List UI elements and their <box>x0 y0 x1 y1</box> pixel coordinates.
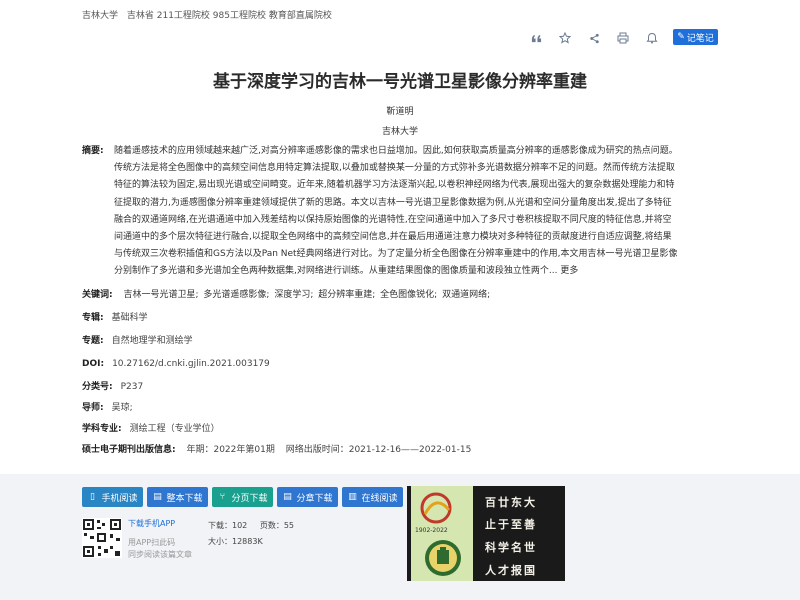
star-icon[interactable] <box>556 29 574 47</box>
download-count: 下载：102 <box>208 521 248 530</box>
keyword-link[interactable]: 全色图像锐化; <box>380 290 437 300</box>
field-label: 导师: <box>82 403 104 413</box>
split-icon: ⑂ <box>219 492 226 502</box>
book-icon: ▥ <box>348 492 357 502</box>
abstract-line: 分别制作了多光谱和多光谱加全色两种数据集,对网络进行训练。从重建结果图像的图像质… <box>114 263 722 280</box>
button-label: 在线阅读 <box>361 493 398 504</box>
field-album: 专辑: 基础科学 <box>82 310 148 327</box>
field-topic: 专题: 自然地理学和测绘学 <box>82 333 193 350</box>
chapter-download-button[interactable]: ▤ 分章下载 <box>277 487 338 507</box>
field-value[interactable]: 吴琼; <box>112 403 133 413</box>
more-link[interactable]: 更多 <box>560 266 578 276</box>
field-value: 10.27162/d.cnki.gjlin.2021.003179 <box>112 359 270 369</box>
abstract-line-last: 分别制作了多光谱和多光谱加全色两种数据集,对网络进行训练。从重建结果图像的图像质… <box>114 266 558 277</box>
field-doi: DOI: 10.27162/d.cnki.gjlin.2021.003179 <box>82 356 270 373</box>
publication-info: 硕士电子期刊出版信息: 年期：2022年第01期 网络出版时间：2021-12-… <box>82 442 471 459</box>
pub-online: 网络出版时间：2021-12-16——2022-01-15 <box>285 445 472 455</box>
page-download-button[interactable]: ⑂ 分页下载 <box>212 487 273 507</box>
field-major: 学科专业: 测绘工程（专业学位） <box>82 421 220 438</box>
institution-info: 吉林大学 吉林省 211工程院校 985工程院校 教育部直属院校 <box>82 8 338 21</box>
slogan-line: 止于至善 <box>485 518 537 531</box>
download-icon: ▤ <box>153 492 162 502</box>
field-value: 基础科学 <box>111 313 148 323</box>
online-read-button[interactable]: ▥ 在线阅读 <box>342 487 403 507</box>
qr-code <box>82 518 122 558</box>
banner-slogan: 百廿东大 止于至善 科学名世 人才报国 <box>479 486 565 581</box>
phone-icon: ▯ <box>90 492 95 502</box>
year-mark: 1902-2022 <box>415 527 448 534</box>
abstract-section: 摘要: 随着遥感技术的应用领域越来越广泛,对高分辨率遥感影像的需求也日益增加。因… <box>82 143 722 281</box>
keywords-label: 关键词: <box>82 290 113 300</box>
abstract-line: 与传统双三次卷积插值和GS方法以及Pan Net经典网络进行对比。为了定量分析全… <box>114 249 678 260</box>
paper-author[interactable]: 靳道明 <box>0 104 800 117</box>
slogan-line: 科学名世 <box>485 541 537 554</box>
full-download-button[interactable]: ▤ 整本下载 <box>147 487 208 507</box>
quote-icon[interactable] <box>527 29 545 47</box>
download-stats: 下载：102 页数：55 <box>208 520 294 531</box>
field-label: 专题: <box>82 336 104 346</box>
keyword-link[interactable]: 超分辨率重建; <box>318 290 375 300</box>
download-app-link[interactable]: 下载手机APP <box>128 518 175 529</box>
field-classification: 分类号: P237 <box>82 379 143 396</box>
abstract-label: 摘要: <box>82 146 104 156</box>
abstract-line: 间通道中的多个层次特征进行融合,以提取全色网络中的高频空间信息,并在最后用通道注… <box>114 232 672 243</box>
abstract-line: 征提取的潜力,为遥感图像分辨率重建领域提供了新的思路。本文以吉林一号光谱卫星影像… <box>114 197 672 208</box>
mobile-read-button[interactable]: ▯ 手机阅读 <box>82 487 143 507</box>
keywords-row: 关键词: 吉林一号光谱卫星; 多光谱遥感影像; 深度学习; 超分辨率重建; 全色… <box>82 287 492 304</box>
bell-icon[interactable] <box>643 29 661 47</box>
pub-year: 年期：2022年第01期 <box>186 445 275 455</box>
university-banner[interactable]: 1902-2022 百廿东大 止于至善 科学名世 人才报国 <box>407 486 565 581</box>
field-value: 自然地理学和测绘学 <box>111 336 193 346</box>
note-button[interactable]: ✎ 记笔记 <box>673 29 718 45</box>
field-label: 学科专业: <box>82 424 122 434</box>
download-panel: ▯ 手机阅读 ▤ 整本下载 ⑂ 分页下载 ▤ 分章下载 ▥ 在线阅读 下载手机A… <box>0 474 800 600</box>
abstract-text: 随着遥感技术的应用领域越来越广泛,对高分辨率遥感影像的需求也日益增加。因此,如何… <box>114 143 722 281</box>
abstract-line: 随着遥感技术的应用领域越来越广泛,对高分辨率遥感影像的需求也日益增加。因此,如何… <box>114 146 678 156</box>
share-icon[interactable] <box>585 29 603 47</box>
note-button-label: 记笔记 <box>686 33 714 44</box>
keyword-link[interactable]: 深度学习; <box>274 290 313 300</box>
field-value: P237 <box>120 382 144 392</box>
pub-label: 硕士电子期刊出版信息: <box>82 445 176 455</box>
pencil-icon: ✎ <box>677 32 685 42</box>
field-label: 分类号: <box>82 382 113 392</box>
button-label: 分页下载 <box>231 493 268 504</box>
slogan-line: 百廿东大 <box>485 496 537 509</box>
paper-organization[interactable]: 吉林大学 <box>0 124 800 137</box>
button-label: 整本下载 <box>166 493 203 504</box>
keyword-link[interactable]: 双通道网络; <box>442 290 490 300</box>
page-count: 页数：55 <box>259 521 295 530</box>
field-value: 测绘工程（专业学位） <box>129 424 220 434</box>
file-size: 大小：12883K <box>208 537 263 546</box>
keyword-link[interactable]: 吉林一号光谱卫星; <box>123 290 198 300</box>
chapter-icon: ▤ <box>283 492 292 502</box>
keyword-link[interactable]: 多光谱遥感影像; <box>203 290 269 300</box>
field-label: DOI: <box>82 359 105 369</box>
institution-tags: 吉林省 211工程院校 985工程院校 教育部直属院校 <box>126 11 332 21</box>
abstract-line: 传统方法是将全色图像中的高频空间信息用特定算法提取,以叠加或替换某一分量的方式弥… <box>114 163 675 174</box>
field-label: 专辑: <box>82 313 104 323</box>
print-icon[interactable] <box>614 29 632 47</box>
abstract-line: 特征的算法较为固定,易出现光谱或空间畸变。近年来,随着机器学习方法逐渐兴起,以卷… <box>114 180 675 191</box>
paper-title: 基于深度学习的吉林一号光谱卫星影像分辨率重建 <box>213 72 587 92</box>
app-tip: 用APP扫此码 <box>128 538 176 547</box>
abstract-line: 融合的双通道网络,在光谱通道中加入残差结构以保持原始图像的光谱特性,在空间通道中… <box>114 214 672 225</box>
slogan-line: 人才报国 <box>485 564 537 577</box>
button-label: 分章下载 <box>296 493 333 504</box>
app-tip: 同步阅读该篇文章 <box>128 550 192 559</box>
button-label: 手机阅读 <box>101 493 138 504</box>
institution-name: 吉林大学 <box>82 11 119 21</box>
field-advisor: 导师: 吴琼; <box>82 400 133 417</box>
anniversary-logo: 1902-2022 <box>411 486 473 581</box>
